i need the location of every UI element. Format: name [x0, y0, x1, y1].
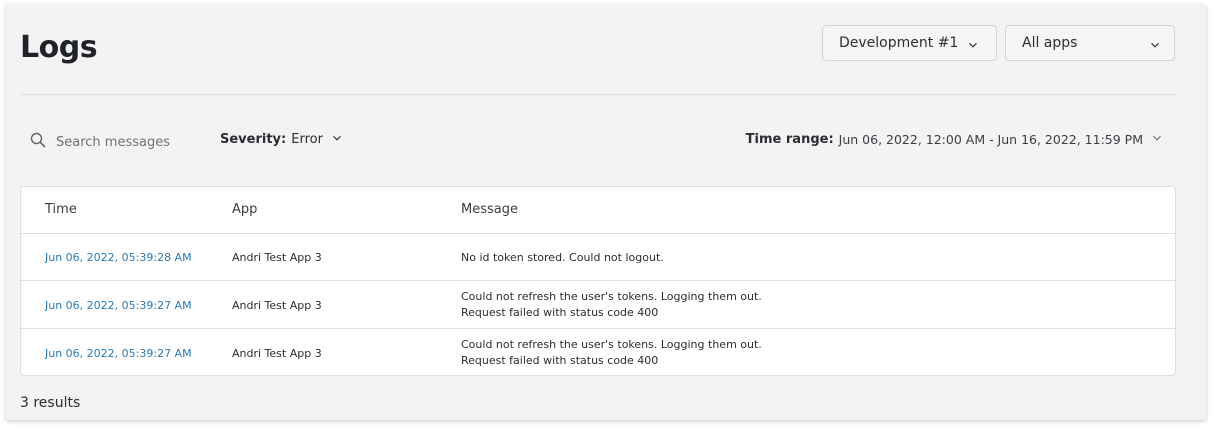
environment-select[interactable]: Development #1	[822, 25, 997, 61]
log-time-link[interactable]: Jun 06, 2022, 05:39:28 AM	[45, 251, 192, 264]
search-icon	[30, 132, 46, 152]
log-app: Andri Test App 3	[232, 347, 322, 360]
column-header-message: Message	[461, 202, 518, 217]
page-title: Logs	[20, 30, 98, 65]
time-range-filter[interactable]: Time range: Jun 06, 2022, 12:00 AM - Jun…	[746, 132, 1162, 147]
table-row[interactable]: Jun 06, 2022, 05:39:28 AM Andri Test App…	[21, 234, 1175, 281]
log-message-line: Could not refresh the user's tokens. Log…	[461, 290, 762, 303]
app-select-value: All apps	[1022, 35, 1078, 51]
search-box	[30, 132, 196, 152]
chevron-down-icon	[1152, 132, 1162, 147]
log-message: Could not refresh the user's tokens. Log…	[461, 289, 762, 321]
log-message: No id token stored. Could not logout.	[461, 251, 664, 264]
log-message-line: Could not refresh the user's tokens. Log…	[461, 338, 762, 351]
time-range-label: Time range:	[745, 132, 834, 147]
search-input[interactable]	[56, 134, 196, 150]
table-header: Time App Message	[21, 187, 1175, 234]
results-count: 3 results	[20, 395, 81, 411]
column-header-time: Time	[45, 202, 77, 217]
severity-value: Error	[291, 132, 323, 147]
log-time-link[interactable]: Jun 06, 2022, 05:39:27 AM	[45, 347, 192, 360]
app-select[interactable]: All apps	[1005, 25, 1175, 61]
chevron-down-icon	[1150, 38, 1160, 48]
time-range-value: Jun 06, 2022, 12:00 AM - Jun 16, 2022, 1…	[838, 132, 1143, 147]
logs-table: Time App Message Jun 06, 2022, 05:39:28 …	[20, 186, 1176, 376]
header-divider	[20, 94, 1176, 95]
log-time-link[interactable]: Jun 06, 2022, 05:39:27 AM	[45, 299, 192, 312]
log-app: Andri Test App 3	[232, 251, 322, 264]
column-header-app: App	[232, 202, 258, 217]
environment-select-value: Development #1	[839, 35, 959, 51]
log-message-line: No id token stored. Could not logout.	[461, 251, 664, 264]
filter-bar: Severity: Error Time range: Jun 06, 2022…	[20, 128, 1176, 156]
table-row[interactable]: Jun 06, 2022, 05:39:27 AM Andri Test App…	[21, 329, 1175, 375]
chevron-down-icon	[332, 132, 342, 147]
log-message-line: Request failed with status code 400	[461, 354, 659, 367]
log-message-line: Request failed with status code 400	[461, 306, 659, 319]
logs-panel: Logs Development #1 All apps Severity: E…	[6, 4, 1206, 420]
severity-filter[interactable]: Severity: Error	[220, 132, 342, 147]
severity-label: Severity:	[220, 132, 287, 147]
table-row[interactable]: Jun 06, 2022, 05:39:27 AM Andri Test App…	[21, 281, 1175, 329]
log-app: Andri Test App 3	[232, 299, 322, 312]
log-message: Could not refresh the user's tokens. Log…	[461, 337, 762, 369]
chevron-down-icon	[968, 38, 978, 48]
